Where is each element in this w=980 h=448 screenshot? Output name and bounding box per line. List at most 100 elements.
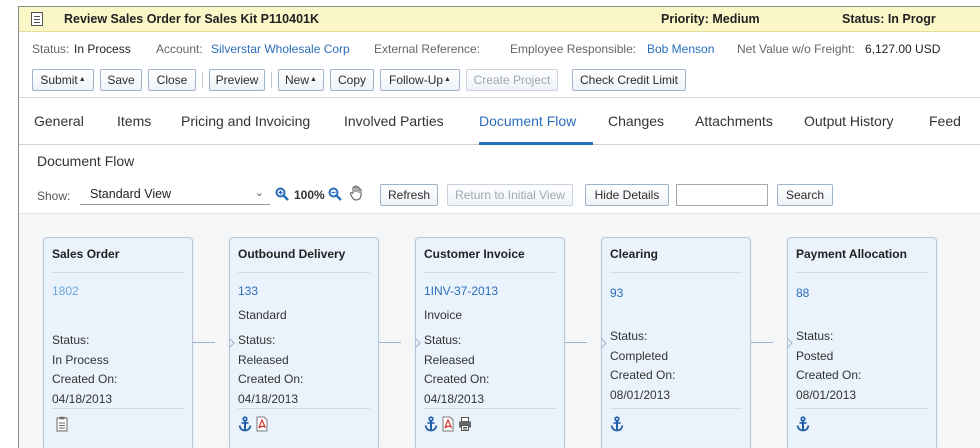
card-created-label: Created On: (52, 372, 118, 386)
app-window: Review Sales Order for Sales Kit P110401… (18, 6, 980, 448)
flow-card-outbound-delivery[interactable]: Outbound Delivery 133 Standard Status: R… (228, 237, 379, 448)
flow-arrow-icon (414, 337, 421, 349)
card-status-label: Status: (424, 333, 462, 347)
zoom-out-icon[interactable] (328, 187, 342, 201)
follow-up-dropdown-icon: ▲ (444, 76, 451, 83)
new-button-label: New (285, 73, 310, 87)
zoom-level: 100% (294, 188, 325, 202)
card-status-value: Posted (796, 349, 834, 363)
card-document-link[interactable]: 88 (796, 286, 809, 300)
tab-output-history[interactable]: Output History (804, 113, 893, 129)
create-project-button[interactable]: Create Project (466, 69, 558, 91)
pdf-icon[interactable] (255, 416, 269, 432)
search-button[interactable]: Search (777, 184, 833, 206)
card-status-value: In Process (52, 353, 109, 367)
card-status-label: Status: (238, 333, 276, 347)
tab-changes[interactable]: Changes (608, 113, 664, 129)
card-document-link[interactable]: 1INV-37-2013 (424, 284, 498, 298)
follow-up-button[interactable]: Follow-Up▲ (380, 69, 460, 91)
card-created-label: Created On: (796, 368, 862, 382)
flow-connector (565, 342, 587, 343)
account-link[interactable]: Silverstar Wholesale Corp (211, 42, 350, 56)
card-status-value: Released (238, 353, 289, 367)
submit-dropdown-icon: ▲ (78, 76, 86, 83)
active-tab-indicator (479, 142, 593, 145)
tab-attachments[interactable]: Attachments (695, 113, 773, 129)
view-select[interactable]: Standard View ⌄ (80, 183, 270, 205)
show-label: Show: (37, 189, 71, 203)
submit-button[interactable]: Submit▲ (32, 69, 94, 91)
tab-involved-parties[interactable]: Involved Parties (344, 113, 444, 129)
title-bar: Review Sales Order for Sales Kit P110401… (19, 7, 980, 32)
document-flow-area: Sales Order 1802 Status: In Process Crea… (19, 213, 980, 448)
card-created-value: 08/01/2013 (796, 388, 857, 402)
flow-card-customer-invoice[interactable]: Customer Invoice 1INV-37-2013 Invoice St… (414, 237, 565, 448)
section-title: Document Flow (37, 153, 135, 169)
card-divider (424, 272, 556, 273)
card-created-label: Created On: (238, 372, 304, 386)
anchor-icon[interactable] (796, 416, 810, 432)
card-title: Payment Allocation (796, 247, 907, 261)
search-input[interactable] (676, 184, 768, 206)
pdf-icon[interactable] (441, 416, 455, 432)
status-text: Status: In Progr (842, 12, 936, 26)
card-title: Customer Invoice (424, 247, 525, 261)
refresh-button[interactable]: Refresh (380, 184, 438, 206)
card-divider (610, 272, 742, 273)
tab-items[interactable]: Items (117, 113, 151, 129)
card-divider (796, 408, 928, 409)
zoom-in-icon[interactable] (275, 187, 289, 201)
new-button[interactable]: New▲ (278, 69, 324, 91)
card-created-value: 04/18/2013 (424, 392, 485, 406)
flow-card-clearing[interactable]: Clearing 93 Status: Completed Created On… (600, 237, 751, 448)
anchor-icon[interactable] (424, 416, 438, 432)
card-divider (52, 272, 184, 273)
card-created-value: 04/18/2013 (52, 392, 113, 406)
card-title: Clearing (610, 247, 659, 261)
card-divider (424, 408, 556, 409)
card-document-link[interactable]: 133 (238, 284, 258, 298)
pan-hand-icon[interactable] (349, 185, 363, 201)
save-button[interactable]: Save (100, 69, 142, 91)
tab-document-flow[interactable]: Document Flow (479, 113, 576, 129)
tab-general[interactable]: General (34, 113, 84, 129)
card-document-type: Invoice (424, 308, 463, 322)
document-icon[interactable] (55, 416, 69, 432)
hide-details-button[interactable]: Hide Details (585, 184, 669, 206)
close-button[interactable]: Close (148, 69, 196, 91)
employee-label: Employee Responsible: (510, 42, 637, 56)
flow-arrow-icon (600, 337, 607, 349)
chevron-down-icon: ⌄ (254, 187, 264, 199)
flow-card-sales-order[interactable]: Sales Order 1802 Status: In Process Crea… (43, 237, 193, 448)
return-to-initial-view-button[interactable]: Return to Initial View (447, 184, 573, 206)
employee-link[interactable]: Bob Menson (647, 42, 714, 56)
tab-strip: General Items Pricing and Invoicing Invo… (19, 99, 980, 145)
header-info: Status: In Process Account: Silverstar W… (19, 32, 980, 58)
card-document-type: Standard (238, 308, 287, 322)
card-status-value: Completed (610, 349, 669, 363)
copy-button[interactable]: Copy (330, 69, 374, 91)
card-divider (238, 408, 370, 409)
card-divider (52, 408, 184, 409)
flow-arrow-icon (786, 337, 793, 349)
card-created-label: Created On: (424, 372, 490, 386)
flow-connector (379, 342, 401, 343)
tab-feed[interactable]: Feed (929, 113, 961, 129)
follow-up-button-label: Follow-Up (389, 73, 444, 87)
toolbar-separator (271, 72, 272, 88)
net-value-label: Net Value w/o Freight: (737, 42, 855, 56)
card-status-value: Released (424, 353, 475, 367)
card-divider (796, 272, 928, 273)
card-document-link[interactable]: 93 (610, 286, 623, 300)
printer-icon[interactable] (458, 416, 472, 432)
check-credit-limit-button[interactable]: Check Credit Limit (572, 69, 686, 91)
card-created-value: 04/18/2013 (238, 392, 299, 406)
tab-pricing-and-invoicing[interactable]: Pricing and Invoicing (181, 113, 310, 129)
anchor-icon[interactable] (238, 416, 252, 432)
card-status-label: Status: (610, 329, 648, 343)
card-document-link[interactable]: 1802 (52, 284, 79, 298)
anchor-icon[interactable] (610, 416, 624, 432)
flow-card-payment-allocation[interactable]: Payment Allocation 88 Status: Posted Cre… (786, 237, 937, 448)
preview-button[interactable]: Preview (209, 69, 265, 91)
card-created-label: Created On: (610, 368, 676, 382)
